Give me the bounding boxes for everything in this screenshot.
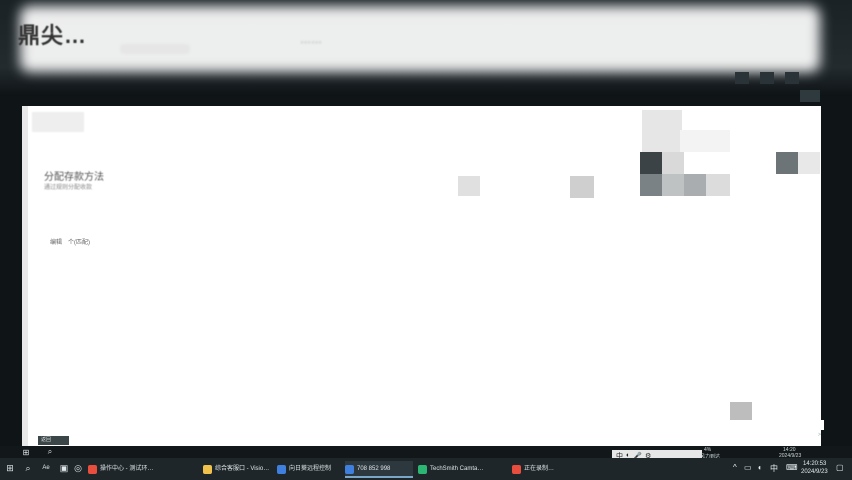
taskbar-button-session[interactable]: 708 852 998 — [345, 461, 413, 477]
app-icon — [203, 464, 212, 474]
pixel-block — [680, 130, 730, 152]
pixel-block — [640, 174, 662, 196]
clock-date[interactable]: 2024/9/23 — [801, 469, 828, 475]
app-header: 鼎尖… …… — [0, 0, 852, 96]
row-action-edit[interactable]: 编辑 — [50, 237, 62, 246]
row-action-match[interactable]: 个(匹配) — [68, 237, 90, 246]
page-subtitle: 通过规则分配收款 — [44, 185, 93, 191]
clock-time[interactable]: 14:20:53 — [803, 461, 826, 467]
back-tab[interactable]: 返回 — [38, 436, 69, 445]
scroll-indicator[interactable] — [818, 420, 824, 430]
taskbar-button-camtasia[interactable]: TechSmith Camta… — [418, 461, 490, 477]
chevron-icon[interactable]: > — [818, 432, 821, 438]
pixel-block — [684, 174, 706, 196]
header-pill — [120, 44, 190, 54]
pixel-block — [640, 152, 662, 174]
header-overlay — [20, 6, 820, 72]
window-control[interactable] — [800, 90, 820, 102]
pixel-block — [706, 174, 730, 196]
header-icon-2[interactable] — [760, 72, 774, 84]
header-icon-1[interactable] — [735, 72, 749, 84]
header-icon-3[interactable] — [785, 72, 799, 84]
ime-icon[interactable]: 中 — [770, 463, 778, 474]
brand-logo: 鼎尖… — [18, 23, 88, 48]
pixel-block — [662, 152, 684, 174]
notification-icon[interactable]: ▢ — [836, 463, 844, 472]
browser-icon[interactable]: ◎ — [72, 462, 84, 474]
active-indicator — [345, 476, 413, 478]
chevron-up-icon[interactable]: ^ — [733, 463, 737, 472]
pixel-block — [798, 152, 820, 174]
volume-icon[interactable]: ◖ — [757, 463, 762, 472]
page-title: 分配存款方法 — [44, 172, 104, 183]
app-icon — [88, 464, 97, 474]
pixel-block — [662, 174, 684, 196]
app-icon — [345, 464, 354, 474]
main-content — [28, 106, 821, 446]
app-icon — [512, 464, 521, 474]
windows-icon[interactable]: ⊞ — [20, 446, 32, 458]
taskbar-button-visio[interactable]: 综合客服口 - Visio… — [203, 461, 273, 477]
pixel-block — [570, 176, 594, 198]
taskbar-button-sunlogin[interactable]: 向日葵远程控制 — [277, 461, 339, 477]
input-icon[interactable]: ⌨ — [786, 463, 798, 472]
taskbar-button-recording[interactable]: 正在录制… — [512, 461, 558, 477]
search-icon[interactable]: ⌕ — [22, 462, 34, 474]
windows-start-icon[interactable]: ⊞ — [4, 462, 16, 474]
pixel-block — [642, 110, 682, 152]
app-icon — [418, 464, 427, 474]
taskbar-button-ops[interactable]: 操作中心 - 测试环… — [88, 461, 198, 477]
header-subtitle: …… — [300, 34, 322, 46]
pixel-block — [458, 176, 480, 196]
content-nav-bar[interactable] — [32, 112, 84, 132]
adobe-icon[interactable]: Ae — [40, 462, 52, 474]
inner-taskbar — [0, 446, 852, 458]
app-icon — [277, 464, 286, 474]
search-icon[interactable]: ⌕ — [44, 446, 56, 458]
pixel-block — [730, 402, 752, 420]
app-icon[interactable]: ▣ — [58, 462, 70, 474]
pixel-block — [776, 152, 798, 174]
network-icon[interactable]: ▭ — [744, 463, 752, 472]
